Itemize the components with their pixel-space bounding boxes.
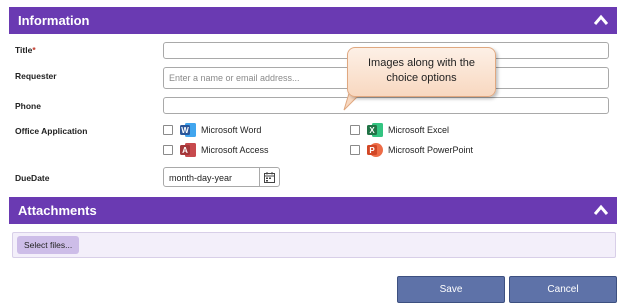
callout-line-1: Images along with the [367,57,475,69]
form: Information Title* Requester Enter a nam… [9,7,617,305]
requester-placeholder: Enter a name or email address... [169,73,300,83]
duedate-value: month-day-year [169,173,233,183]
access-icon: A [179,141,197,159]
choice-access[interactable]: A Microsoft Access [163,141,269,159]
chevron-up-icon[interactable] [594,204,608,216]
excel-checkbox[interactable] [350,125,360,135]
choice-label: Microsoft Word [201,125,262,135]
required-marker: * [32,45,36,55]
access-checkbox[interactable] [163,145,173,155]
svg-text:W: W [181,126,189,135]
word-checkbox[interactable] [163,125,173,135]
calendar-button[interactable] [259,168,279,186]
requester-label: Requester [15,71,57,81]
excel-icon: X [366,121,384,139]
powerpoint-icon: P [366,141,384,159]
svg-text:P: P [369,146,375,155]
duedate-label: DueDate [15,173,50,183]
calendar-icon [264,171,275,183]
choice-powerpoint[interactable]: P Microsoft PowerPoint [350,141,473,159]
information-title: Information [18,13,90,28]
chevron-up-icon[interactable] [594,14,608,26]
callout-annotation: Images along with the choice options [347,47,496,97]
choice-excel[interactable]: X Microsoft Excel [350,121,449,139]
phone-input[interactable] [163,97,609,114]
callout-line-2: choice options [386,72,457,84]
attachments-header[interactable]: Attachments [9,197,617,224]
title-label: Title* [15,45,36,55]
select-files-button[interactable]: Select files... [17,236,80,254]
file-drop-zone[interactable]: Select files... [12,232,616,258]
duedate-input[interactable]: month-day-year [163,167,280,187]
choice-label: Microsoft Access [201,145,269,155]
attachments-title: Attachments [18,203,97,218]
svg-text:A: A [182,146,188,155]
phone-label: Phone [15,101,41,111]
word-icon: W [179,121,197,139]
choice-label: Microsoft PowerPoint [388,145,474,155]
cancel-button[interactable]: Cancel [509,276,617,303]
office-application-label: Office Application [15,126,88,136]
svg-text:X: X [369,126,375,135]
save-button[interactable]: Save [397,276,505,303]
choice-word[interactable]: W Microsoft Word [163,121,261,139]
powerpoint-checkbox[interactable] [350,145,360,155]
choice-label: Microsoft Excel [388,125,450,135]
information-header[interactable]: Information [9,7,617,34]
